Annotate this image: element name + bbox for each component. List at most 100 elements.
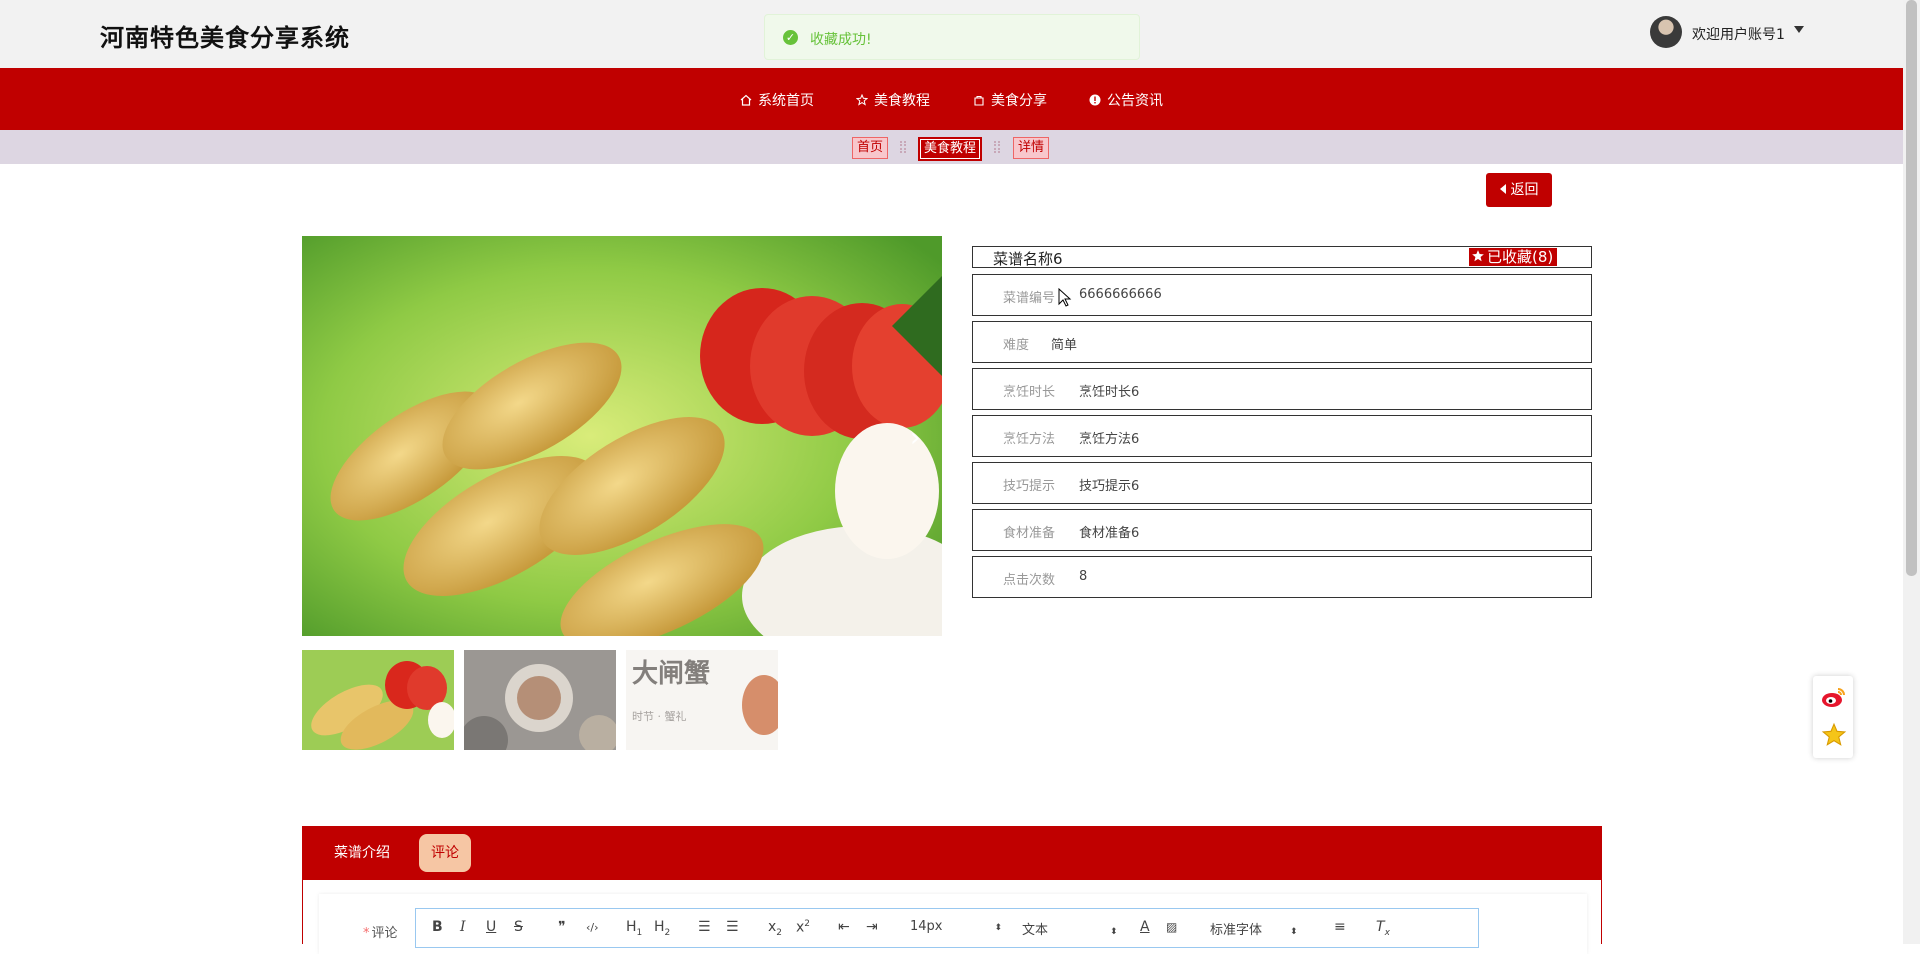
field-label: 难度 xyxy=(1003,338,1030,353)
select-arrows-icon: ⬍ xyxy=(1110,927,1118,937)
user-greeting[interactable]: 欢迎用户账号1 xyxy=(1692,24,1785,44)
nav-label: 公告资讯 xyxy=(1107,93,1163,109)
paragraph-value: 文本 xyxy=(1022,923,1049,938)
ordered-list-icon[interactable]: ☰ xyxy=(698,919,711,935)
star-icon xyxy=(856,94,868,106)
font-family-select[interactable]: 标准字体 ⬍ xyxy=(1210,919,1298,938)
alert-icon xyxy=(1089,94,1101,106)
h1-button[interactable]: H1 xyxy=(626,919,642,938)
recipe-name: 菜谱名称6 xyxy=(993,250,1063,268)
dumplings-photo: › xyxy=(302,236,942,636)
back-button[interactable]: 返回 xyxy=(1486,173,1552,207)
field-cook-time: 烹饪时长 烹饪时长6 xyxy=(972,368,1592,410)
check-circle-icon: ✓ xyxy=(783,30,798,45)
subscript-button[interactable]: x2 xyxy=(768,919,782,938)
paragraph-select[interactable]: 文本 ⬍ xyxy=(1022,919,1118,938)
breadcrumb-separator xyxy=(900,141,906,153)
comment-label: * 评论 xyxy=(363,922,398,941)
breadcrumb-home[interactable]: 首页 xyxy=(852,137,889,159)
background-color-button[interactable]: ▨ xyxy=(1166,920,1177,934)
comment-form: * 评论 B I U S ❞ ‹/› H1 H2 ☰ ☰ x2 x2 ⇤ ⇥ 14… xyxy=(319,894,1587,954)
field-label: 食材准备 xyxy=(1003,526,1056,541)
thumbnail-3[interactable]: 大闸蟹 时节 · 蟹礼 xyxy=(626,650,778,750)
nav-item-tutorials[interactable]: 美食教程 xyxy=(856,90,930,110)
caret-down-icon[interactable] xyxy=(1794,26,1804,33)
home-icon xyxy=(740,94,752,106)
outdent-icon[interactable]: ⇤ xyxy=(838,919,850,935)
field-click-count: 点击次数 8 xyxy=(972,556,1592,598)
field-label: 技巧提示 xyxy=(1003,479,1056,494)
code-icon[interactable]: ‹/› xyxy=(586,921,599,934)
share-float-panel xyxy=(1813,676,1853,758)
field-value: 8 xyxy=(1079,569,1088,584)
h2-button[interactable]: H2 xyxy=(654,919,670,938)
field-tips: 技巧提示 技巧提示6 xyxy=(972,462,1592,504)
caret-left-icon xyxy=(1499,184,1506,194)
crab-thumb-image: 大闸蟹 时节 · 蟹礼 xyxy=(626,650,778,750)
nav-label: 美食教程 xyxy=(874,93,930,109)
field-label: 点击次数 xyxy=(1003,573,1056,588)
clear-format-icon[interactable]: Tx xyxy=(1376,919,1390,938)
nav-label: 美食分享 xyxy=(991,93,1047,109)
rich-text-toolbar: B I U S ❞ ‹/› H1 H2 ☰ ☰ x2 x2 ⇤ ⇥ 14px ⬍ … xyxy=(415,908,1479,948)
nav-item-share[interactable]: 美食分享 xyxy=(973,90,1047,110)
thumbnail-1[interactable] xyxy=(302,650,454,750)
dumplings-thumb-image xyxy=(302,650,454,750)
recipe-title-row: 菜谱名称6 已收藏(8) xyxy=(972,246,1592,268)
field-label: 烹饪时长 xyxy=(1003,385,1056,400)
bold-button[interactable]: B xyxy=(432,919,443,935)
scrollbar-thumb[interactable] xyxy=(1906,0,1917,576)
toast-message: 收藏成功! xyxy=(810,32,872,48)
bullet-list-icon[interactable]: ☰ xyxy=(726,919,739,935)
breadcrumb-tutorials[interactable]: 美食教程 xyxy=(918,137,983,161)
font-family-value: 标准字体 xyxy=(1210,923,1263,938)
field-label: 菜谱编号 xyxy=(1003,291,1056,306)
font-size-value: 14px xyxy=(910,919,943,934)
site-title: 河南特色美食分享系统 xyxy=(100,24,350,52)
mouse-cursor-icon xyxy=(1058,288,1072,307)
strike-button[interactable]: S xyxy=(514,919,523,935)
nav-label: 系统首页 xyxy=(758,93,814,109)
breadcrumb-separator xyxy=(994,141,1000,153)
font-size-select[interactable]: 14px ⬍ xyxy=(910,919,1002,934)
star-filled-icon xyxy=(1472,250,1484,262)
field-label: 烹饪方法 xyxy=(1003,432,1056,447)
dishes-thumb-image xyxy=(464,650,616,750)
favorite-star-icon[interactable] xyxy=(1821,722,1847,748)
field-difficulty: 难度 简单 xyxy=(972,321,1592,363)
favorite-button[interactable]: 已收藏(8) xyxy=(1469,248,1558,266)
quote-icon[interactable]: ❞ xyxy=(558,919,566,935)
detail-tabs: 菜谱介绍 评论 xyxy=(302,826,1602,880)
field-value: 6666666666 xyxy=(1079,287,1162,302)
field-value: 烹饪方法6 xyxy=(1079,432,1140,447)
recipe-main-image: › xyxy=(302,236,942,636)
field-value: 简单 xyxy=(1051,338,1078,353)
favorite-label: 已收藏(8) xyxy=(1487,248,1554,266)
thumbnail-2[interactable] xyxy=(464,650,616,750)
weibo-icon[interactable] xyxy=(1821,686,1847,708)
italic-button[interactable]: I xyxy=(460,919,466,935)
tab-content: * 评论 B I U S ❞ ‹/› H1 H2 ☰ ☰ x2 x2 ⇤ ⇥ 14… xyxy=(302,880,1602,954)
bag-icon xyxy=(974,95,984,106)
field-ingredients: 食材准备 食材准备6 xyxy=(972,509,1592,551)
avatar[interactable] xyxy=(1650,16,1682,48)
breadcrumb-detail[interactable]: 详情 xyxy=(1013,137,1050,159)
tab-comments[interactable]: 评论 xyxy=(419,834,471,872)
select-arrows-icon: ⬍ xyxy=(1290,927,1298,937)
nav-item-home[interactable]: 系统首页 xyxy=(740,90,814,110)
breadcrumb: 首页 美食教程 详情 xyxy=(0,130,1903,164)
tab-intro[interactable]: 菜谱介绍 xyxy=(322,834,402,872)
underline-button[interactable]: U xyxy=(486,919,496,935)
indent-icon[interactable]: ⇥ xyxy=(866,919,878,935)
select-arrows-icon: ⬍ xyxy=(994,923,1003,933)
success-toast: ✓ 收藏成功! xyxy=(764,14,1140,60)
nav-item-news[interactable]: 公告资讯 xyxy=(1089,90,1163,110)
superscript-button[interactable]: x2 xyxy=(796,919,810,936)
font-color-button[interactable]: A xyxy=(1140,919,1150,935)
required-mark: * xyxy=(363,926,370,941)
align-icon[interactable]: ≡ xyxy=(1334,919,1346,935)
field-value: 技巧提示6 xyxy=(1079,479,1140,494)
field-value: 烹饪时长6 xyxy=(1079,385,1140,400)
comment-label-text: 评论 xyxy=(371,926,398,941)
field-cook-method: 烹饪方法 烹饪方法6 xyxy=(972,415,1592,457)
